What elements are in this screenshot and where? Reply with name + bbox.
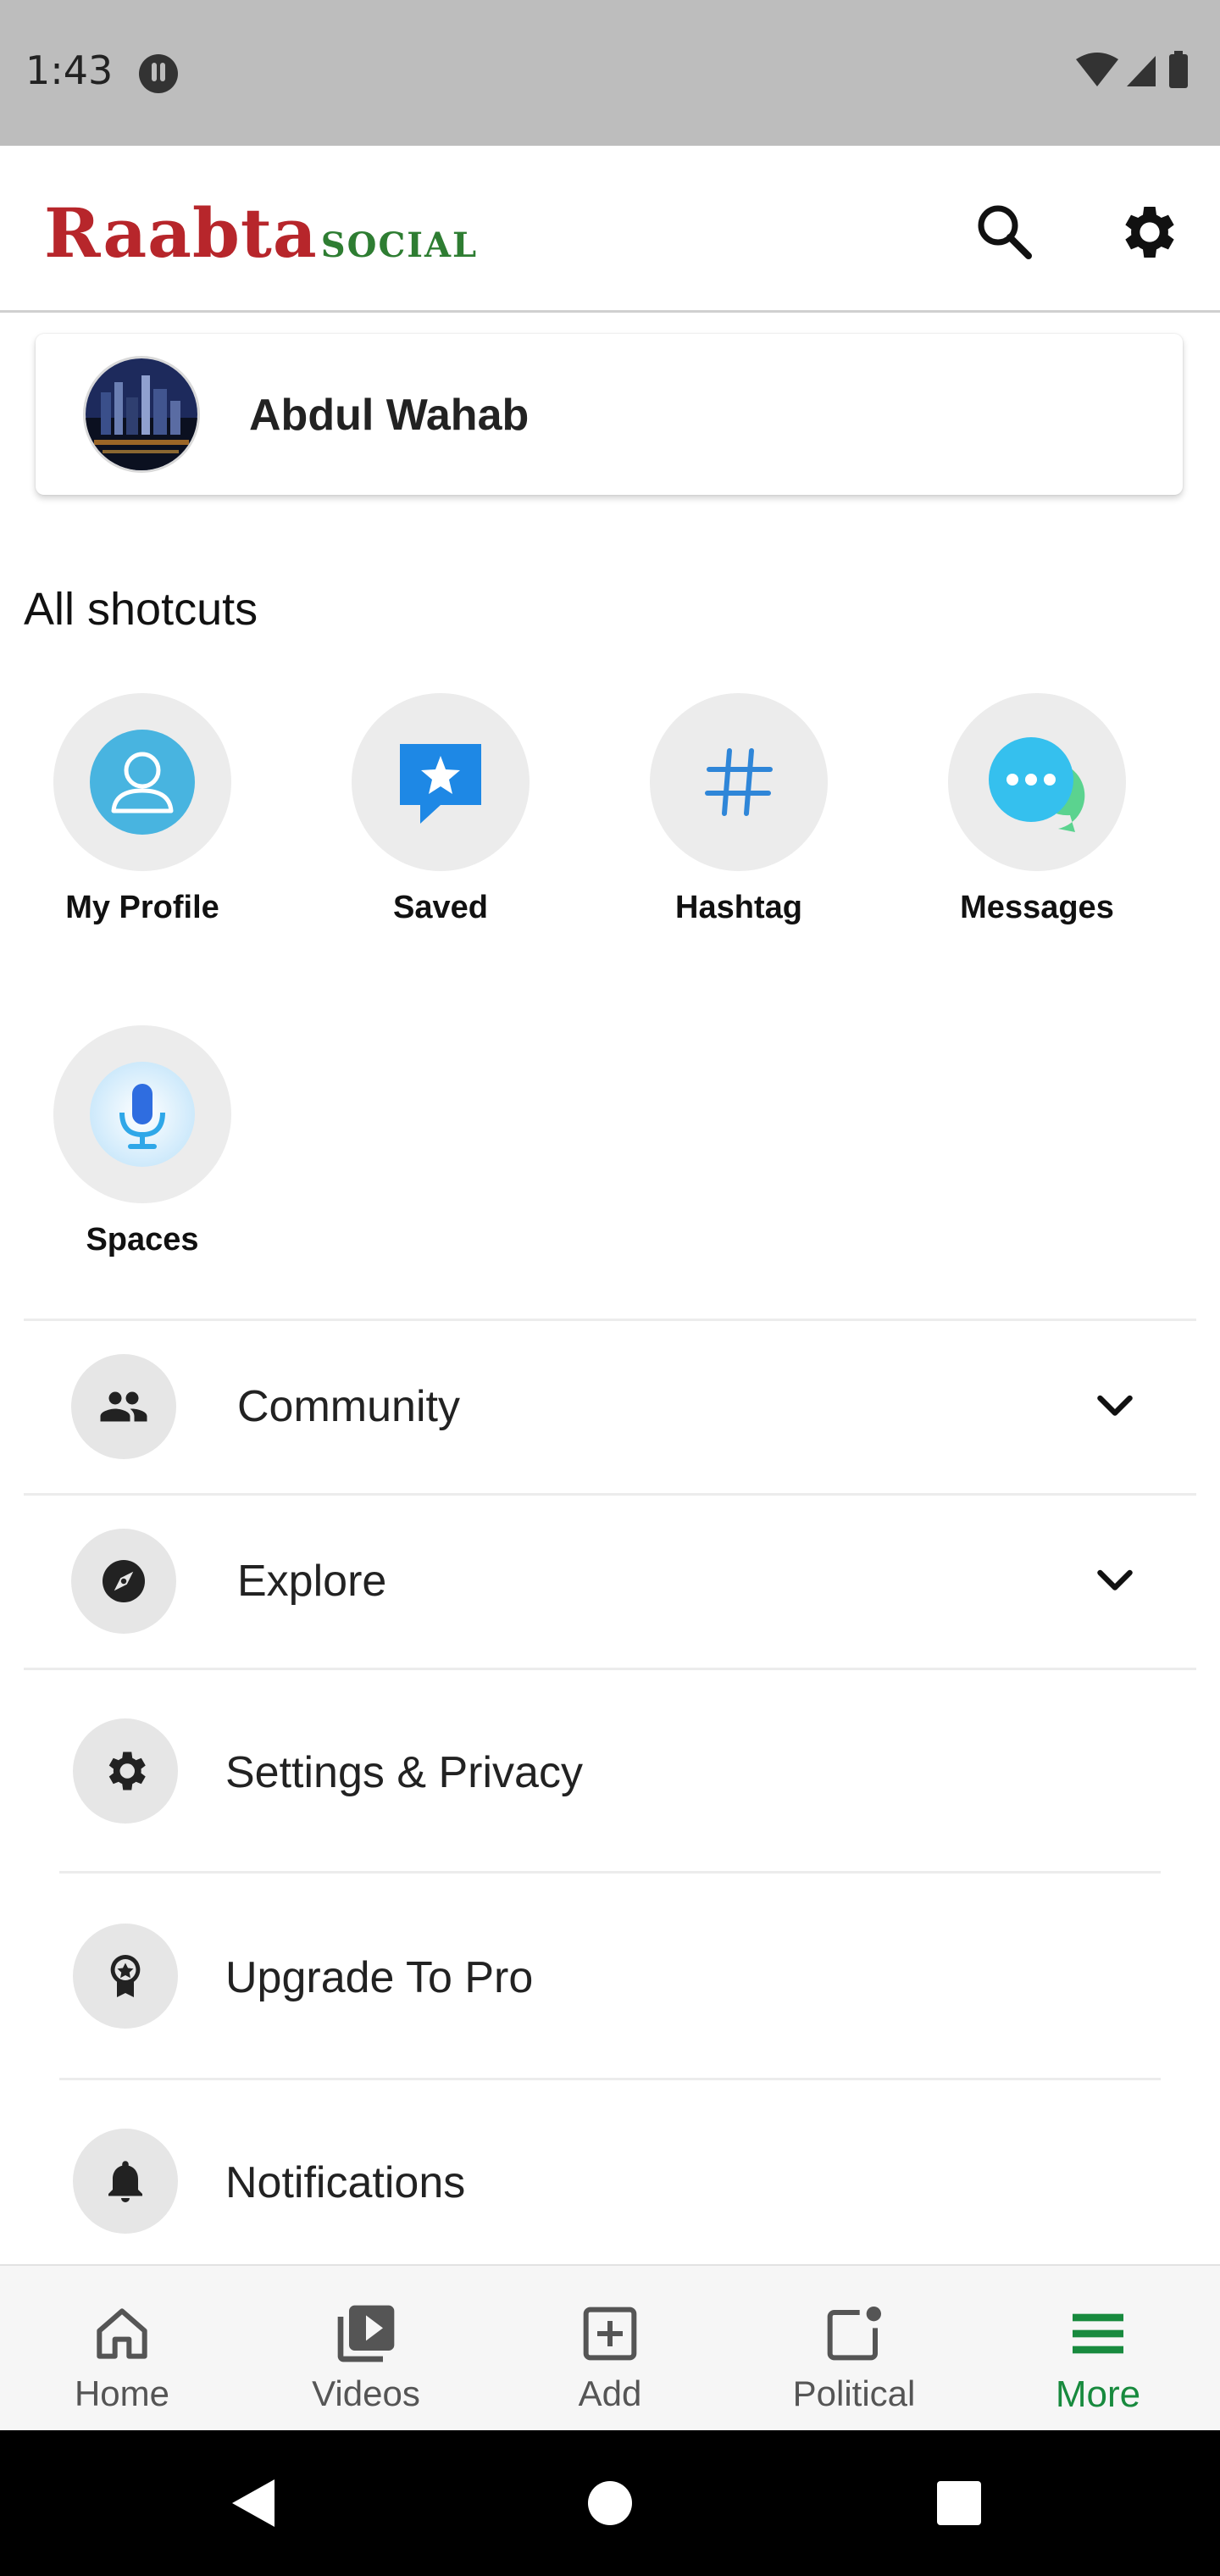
menu-upgrade-pro[interactable]: Upgrade To Pro	[59, 1874, 1161, 2078]
person-icon	[90, 730, 195, 835]
shortcut-label: Spaces	[86, 1222, 199, 1257]
shortcut-icon-bg	[650, 693, 828, 871]
menu-label: Settings & Privacy	[225, 1748, 583, 1797]
home-icon	[97, 2308, 147, 2359]
row-icon-bg	[73, 1924, 178, 2029]
shortcut-saved[interactable]: Saved	[313, 693, 568, 926]
bell-icon	[108, 2161, 142, 2202]
nav-label: More	[1055, 2373, 1141, 2415]
nav-add[interactable]: Add	[488, 2266, 732, 2432]
shortcut-icon-bg	[948, 693, 1126, 871]
profile-card[interactable]: Abdul Wahab	[36, 334, 1183, 495]
shortcut-icon-bg	[352, 693, 530, 871]
bottom-navigation: Home Videos Add Political More	[0, 2264, 1220, 2432]
shortcut-label: Saved	[393, 890, 488, 925]
saved-star-icon	[400, 744, 481, 824]
divider	[24, 1668, 1196, 1670]
nav-label: Political	[792, 2373, 916, 2413]
shortcut-spaces[interactable]: Spaces	[15, 1025, 269, 1258]
nav-videos[interactable]: Videos	[244, 2266, 488, 2432]
menu-explore[interactable]: Explore	[24, 1496, 1196, 1666]
divider	[59, 2078, 1161, 2080]
divider	[24, 1493, 1196, 1496]
shortcut-messages[interactable]: Messages	[910, 693, 1164, 926]
row-icon-bg	[73, 1718, 178, 1824]
shortcut-label: Hashtag	[675, 890, 802, 925]
app-logo[interactable]: Raabta SOCIAL	[44, 193, 479, 273]
chevron-down-icon[interactable]	[1090, 1381, 1140, 1432]
chevron-down-icon[interactable]	[1090, 1556, 1140, 1607]
system-status-icons	[1076, 51, 1188, 88]
row-icon-bg	[73, 2129, 178, 2234]
gear-icon	[108, 1752, 146, 1790]
logo-main-text: Raabta	[44, 193, 318, 273]
system-navigation-bar	[0, 2430, 1220, 2576]
add-box-icon	[583, 2307, 637, 2361]
row-icon-bg	[71, 1354, 176, 1459]
data-saver-icon	[139, 54, 178, 93]
hashtag-icon	[705, 748, 773, 816]
chat-bubble-icon	[989, 737, 1085, 832]
nav-home[interactable]: Home	[0, 2266, 244, 2432]
menu-label: Explore	[237, 1557, 387, 1606]
back-icon[interactable]	[227, 2476, 281, 2530]
menu-notifications[interactable]: Notifications	[59, 2081, 1161, 2262]
shortcut-label: Messages	[960, 890, 1114, 925]
menu-icon	[1073, 2313, 1123, 2354]
nav-more[interactable]: More	[976, 2266, 1220, 2432]
divider	[59, 1871, 1161, 1874]
gear-icon[interactable]	[1113, 198, 1181, 266]
video-library-icon	[337, 2305, 395, 2362]
avatar	[83, 356, 200, 473]
search-icon[interactable]	[971, 198, 1039, 266]
badge-icon	[110, 1955, 141, 1997]
microphone-icon	[90, 1062, 195, 1167]
menu-settings-privacy[interactable]: Settings & Privacy	[59, 1671, 1161, 1871]
menu-label: Community	[237, 1382, 460, 1431]
logo-sub-text: SOCIAL	[320, 225, 479, 265]
shortcut-icon-bg	[53, 1025, 231, 1203]
nav-label: Videos	[312, 2373, 420, 2413]
menu-label: Notifications	[225, 2158, 466, 2207]
nav-label: Home	[74, 2373, 170, 2413]
menu-label: Upgrade To Pro	[225, 1953, 534, 2002]
shortcut-my-profile[interactable]: My Profile	[15, 693, 269, 926]
home-button-icon[interactable]	[586, 2479, 634, 2527]
menu-community[interactable]: Community	[24, 1322, 1196, 1491]
compass-icon	[103, 1560, 145, 1602]
status-bar: 1:43	[0, 0, 1220, 146]
nav-political[interactable]: Political	[732, 2266, 976, 2432]
app-bar: Raabta SOCIAL	[0, 146, 1220, 313]
political-icon	[827, 2307, 881, 2361]
divider	[24, 1319, 1196, 1321]
shortcut-label: My Profile	[65, 890, 219, 925]
shortcut-hashtag[interactable]: Hashtag	[612, 693, 866, 926]
status-time: 1:43	[25, 47, 114, 93]
nav-label: Add	[578, 2373, 642, 2413]
people-icon	[100, 1391, 147, 1422]
recents-icon[interactable]	[935, 2479, 983, 2527]
shortcut-icon-bg	[53, 693, 231, 871]
profile-name: Abdul Wahab	[249, 391, 530, 440]
shortcuts-title: All shotcuts	[24, 584, 258, 635]
row-icon-bg	[71, 1529, 176, 1634]
